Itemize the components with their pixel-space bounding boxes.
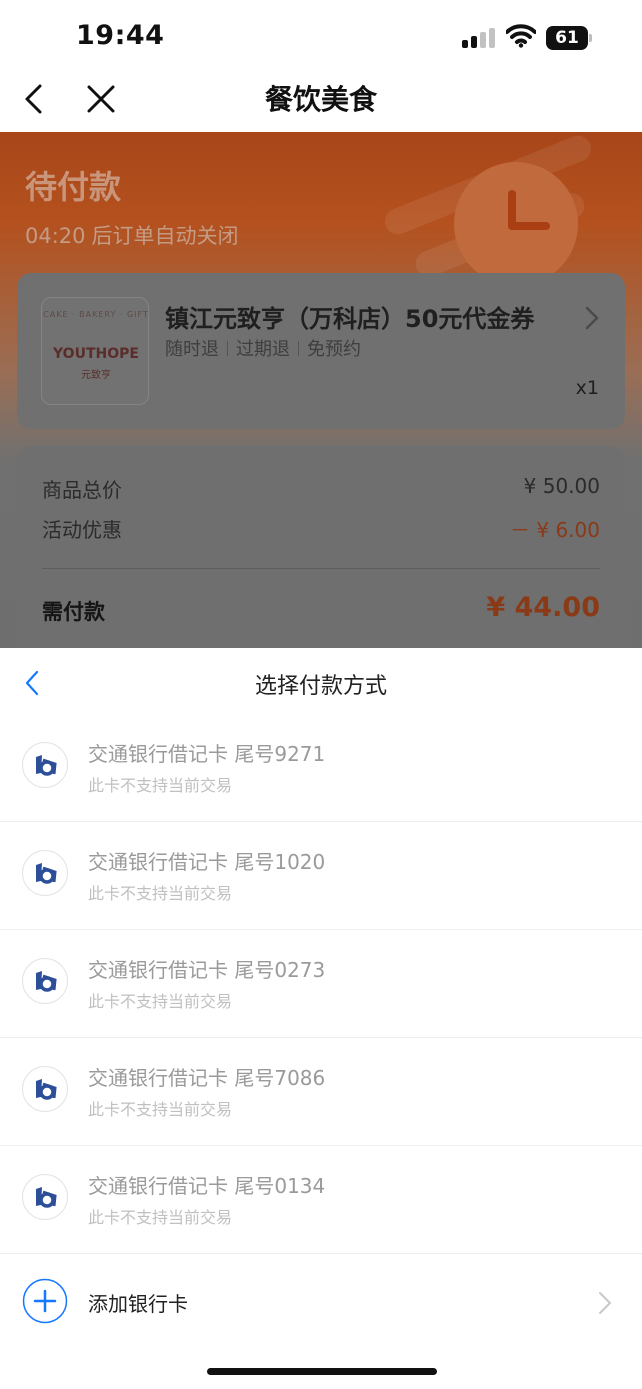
card-unavailable-note: 此卡不支持当前交易 <box>88 776 233 795</box>
discount-label: 活动优惠 <box>42 518 122 542</box>
bank-card-item[interactable]: 交通银行借记卡 尾号1020 此卡不支持当前交易 <box>0 822 642 930</box>
home-indicator[interactable] <box>207 1368 437 1375</box>
price-row-discount: 活动优惠 － ¥ 6.00 <box>42 514 600 543</box>
chevron-right-icon <box>599 1292 611 1314</box>
countdown-label: 后订单自动关闭 <box>91 224 239 248</box>
merchant-logo: CAKE · BAKERY · GIFT YOUTHOPE 元致亨 <box>41 297 149 405</box>
product-quantity: x1 <box>575 377 599 399</box>
countdown-time: 04:20 <box>25 224 86 248</box>
battery-level: 61 <box>546 26 588 50</box>
card-name: 交通银行借记卡 尾号1020 <box>88 850 326 874</box>
logo-main-text: YOUTHOPE <box>53 346 139 362</box>
bank-card-item[interactable]: 交通银行借记卡 尾号9271 此卡不支持当前交易 <box>0 714 642 822</box>
page-title: 餐饮美食 <box>264 83 377 116</box>
signal-icon <box>462 28 496 48</box>
plus-icon <box>22 1278 68 1324</box>
bank-logo-icon <box>22 850 68 896</box>
card-name: 交通银行借记卡 尾号9271 <box>88 742 326 766</box>
add-bank-card-label: 添加银行卡 <box>88 1292 188 1316</box>
tag-no-reservation: 免预约 <box>307 339 361 360</box>
status-time: 19:44 <box>76 20 165 51</box>
status-bar: 19:44 61 <box>0 0 642 70</box>
price-card: 商品总价 ¥ 50.00 活动优惠 － ¥ 6.00 需付款 ¥ 44.00 <box>17 446 625 648</box>
discount-value: － ¥ 6.00 <box>510 518 600 542</box>
battery-icon: 61 <box>546 26 592 50</box>
bank-card-item[interactable]: 交通银行借记卡 尾号0134 此卡不支持当前交易 <box>0 1146 642 1254</box>
payment-method-sheet: 选择付款方式 交通银行借记卡 尾号9271 此卡不支持当前交易 交通银行借记卡 … <box>0 648 642 1389</box>
card-name: 交通银行借记卡 尾号0134 <box>88 1174 326 1198</box>
add-bank-card-button[interactable]: 添加银行卡 <box>0 1254 642 1350</box>
total-value: ¥ 50.00 <box>523 474 600 498</box>
tag-refund-expired: 过期退 <box>236 339 290 360</box>
product-name: 镇江元致亨（万科店）50元代金券 <box>165 305 535 333</box>
card-name: 交通银行借记卡 尾号0273 <box>88 958 326 982</box>
logo-sub-text: 元致亨 <box>81 370 111 381</box>
bank-logo-icon <box>22 742 68 788</box>
bank-card-item[interactable]: 交通银行借记卡 尾号0273 此卡不支持当前交易 <box>0 930 642 1038</box>
order-status: 待付款 <box>25 168 122 206</box>
due-label: 需付款 <box>42 600 105 624</box>
chevron-right-icon[interactable] <box>583 305 601 331</box>
total-label: 商品总价 <box>42 478 122 502</box>
countdown-text: 04:20 后订单自动关闭 <box>25 220 239 250</box>
divider <box>42 568 600 569</box>
sheet-title: 选择付款方式 <box>254 674 387 699</box>
wifi-icon <box>506 24 536 48</box>
product-card[interactable]: CAKE · BAKERY · GIFT YOUTHOPE 元致亨 镇江元致亨（… <box>17 273 625 429</box>
due-value: ¥ 44.00 <box>486 592 600 623</box>
card-name: 交通银行借记卡 尾号7086 <box>88 1066 326 1090</box>
product-tags: 随时退 过期退 免预约 <box>165 335 361 361</box>
card-unavailable-note: 此卡不支持当前交易 <box>88 1100 233 1119</box>
bank-logo-icon <box>22 958 68 1004</box>
tag-refund-anytime: 随时退 <box>165 339 219 360</box>
bank-card-item[interactable]: 交通银行借记卡 尾号7086 此卡不支持当前交易 <box>0 1038 642 1146</box>
card-unavailable-note: 此卡不支持当前交易 <box>88 992 233 1011</box>
logo-arc-text: CAKE · BAKERY · GIFT <box>43 310 149 319</box>
price-row-total: 商品总价 ¥ 50.00 <box>42 474 600 503</box>
bank-logo-icon <box>22 1066 68 1112</box>
payment-page: 19:44 61 餐饮美食 待付款 04:20 后订单自动关闭 CAKE · B… <box>0 0 642 1389</box>
card-unavailable-note: 此卡不支持当前交易 <box>88 884 233 903</box>
card-unavailable-note: 此卡不支持当前交易 <box>88 1208 233 1227</box>
nav-bar: 餐饮美食 <box>0 70 642 132</box>
order-summary-overlay: 待付款 04:20 后订单自动关闭 CAKE · BAKERY · GIFT YO… <box>0 132 642 648</box>
bank-logo-icon <box>22 1174 68 1220</box>
